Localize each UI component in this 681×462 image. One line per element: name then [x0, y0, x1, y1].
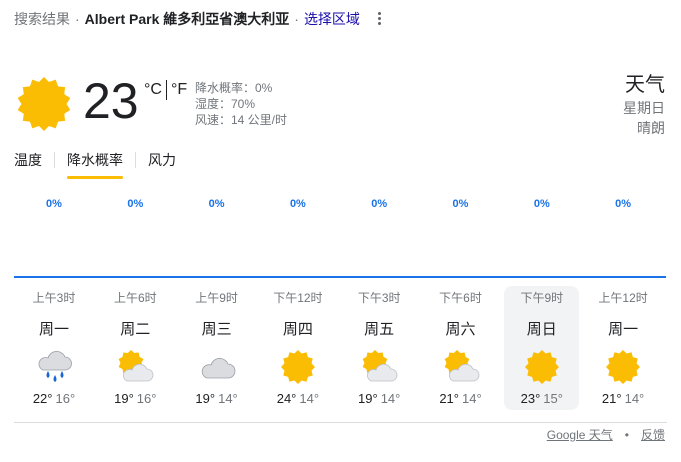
forecast-time: 上午9时: [195, 291, 238, 305]
choose-region-link[interactable]: 选择区域: [304, 9, 360, 29]
unit-toggle: °C °F: [144, 80, 187, 100]
precip-chance: 降水概率：0%: [195, 81, 273, 95]
fahrenheit-toggle[interactable]: °F: [171, 81, 187, 99]
feedback-link[interactable]: 反馈: [641, 426, 665, 443]
forecast-day-name: 周日: [526, 321, 557, 338]
forecast-day[interactable]: 上午3时周一 22° 16°: [17, 286, 92, 410]
forecast-time: 上午6时: [113, 291, 157, 305]
forecast-low: 15°: [543, 391, 563, 406]
tab-precipitation[interactable]: 降水概率: [67, 152, 123, 179]
forecast-temps: 24° 14°: [260, 390, 335, 408]
forecast-high: 23°: [520, 391, 541, 406]
forecast-low: 14°: [380, 391, 401, 406]
forecast-high: 21°: [439, 391, 459, 406]
more-options-icon[interactable]: [372, 9, 386, 27]
wind-speed: 风速：14 公里/时: [195, 113, 288, 127]
forecast-temps: 19° 14°: [342, 390, 417, 408]
location-name: Albert Park 維多利亞省澳大利亚: [84, 11, 290, 27]
partly-cloudy-icon: [360, 348, 398, 386]
forecast-high: 22°: [32, 391, 53, 406]
cloud-icon: [198, 348, 236, 386]
forecast-day-name: 周五: [364, 321, 395, 338]
precipitation-baseline: [14, 276, 666, 278]
forecast-low: 14°: [218, 391, 238, 406]
forecast-high: 21°: [601, 391, 622, 406]
forecast-low: 14°: [299, 391, 320, 406]
forecast-day[interactable]: 上午9时周三 19° 14°: [179, 286, 254, 410]
forecast-time: 下午9时: [520, 291, 564, 305]
sun-icon: [604, 348, 642, 386]
forecast-temps: 19° 14°: [179, 390, 254, 408]
forecast-low: 14°: [624, 391, 645, 406]
forecast-day[interactable]: 上午6时周二 19° 16°: [98, 286, 173, 410]
precipitation-value: 0%: [127, 198, 144, 210]
forecast-time: 下午3时: [357, 291, 401, 305]
sun-icon: [523, 348, 561, 386]
forecast-time: 下午6时: [439, 291, 482, 305]
forecast-time: 上午3时: [32, 291, 76, 305]
forecast-high: 19°: [195, 391, 216, 406]
weather-heading: 天气: [625, 74, 665, 96]
google-weather-link[interactable]: Google 天气: [547, 426, 613, 443]
precipitation-value: 0%: [208, 198, 225, 210]
forecast-day[interactable]: 上午12时周一 21° 14°: [586, 286, 661, 410]
partly-cloudy-icon: [442, 348, 480, 386]
partly-cloudy-icon: [116, 348, 154, 386]
forecast-day-name: 周六: [445, 321, 476, 338]
precipitation-value: 0%: [289, 198, 306, 210]
forecast-day[interactable]: 下午6时周六 21° 14°: [423, 286, 498, 410]
breadcrumb-separator: ·: [294, 11, 299, 27]
forecast-temps: 19° 16°: [98, 390, 173, 408]
forecast-temps: 22° 16°: [17, 390, 92, 408]
footer-dot: •: [624, 427, 629, 442]
forecast-time: 上午12时: [598, 291, 648, 305]
unit-divider: [165, 80, 167, 100]
forecast-day-name: 周一: [38, 321, 69, 338]
rain-cloud-icon: [35, 348, 73, 386]
forecast-day-name: 周二: [120, 321, 151, 338]
precipitation-value: 0%: [533, 198, 550, 210]
precipitation-value: 0%: [371, 198, 388, 210]
footer: Google 天气 • 反馈: [547, 426, 665, 443]
forecast-high: 19°: [114, 391, 134, 406]
weather-condition: 晴朗: [637, 120, 665, 136]
precipitation-value: 0%: [46, 198, 62, 210]
forecast-day[interactable]: 下午3时周五 19° 14°: [342, 286, 417, 410]
celsius-toggle[interactable]: °C: [144, 81, 162, 99]
forecast-temps: 21° 14°: [586, 390, 661, 408]
precipitation-value: 0%: [452, 198, 469, 210]
tab-divider: [54, 152, 55, 168]
forecast-day[interactable]: 下午12时周四 24° 14°: [260, 286, 335, 410]
precipitation-graph: 0% 0% 0% 0% 0% 0% 0% 0%: [14, 190, 666, 278]
forecast-day-name: 周一: [608, 321, 639, 338]
forecast-high: 24°: [276, 391, 297, 406]
forecast-low: 16°: [136, 391, 157, 406]
tab-wind[interactable]: 风力: [148, 152, 176, 178]
forecast-low: 16°: [55, 391, 76, 406]
forecast-low: 14°: [462, 391, 482, 406]
breadcrumb-search-results: 搜索结果: [14, 11, 70, 27]
precipitation-value: 0%: [615, 198, 632, 210]
forecast-time: 下午12时: [273, 291, 323, 305]
forecast-strip: 上午3时 周一 22° 16° 上午6时 周二 19° 16° 上午9时 周三 19° 14° 下午12…: [14, 286, 666, 412]
breadcrumb-separator: ·: [75, 11, 80, 27]
breadcrumb: 搜索结果 · Albert Park 維多利亞省澳大利亚 · 选择区域: [14, 10, 360, 28]
forecast-high: 19°: [358, 391, 378, 406]
weather-day: 星期日: [623, 100, 665, 116]
weather-title: 天气 星期日 晴朗: [623, 72, 665, 138]
sun-icon: [16, 76, 72, 132]
forecast-day-name: 周四: [282, 321, 313, 338]
footer-divider: [14, 422, 667, 423]
forecast-temps: 21° 14°: [423, 390, 498, 408]
metric-tabs: 温度 降水概率 风力: [14, 152, 176, 179]
forecast-day[interactable]: 下午9时周日 23° 15°: [504, 286, 580, 410]
weather-details: 降水概率：0% 湿度：70% 风速：14 公里/时: [195, 80, 287, 128]
sun-icon: [279, 348, 317, 386]
tab-temperature[interactable]: 温度: [14, 152, 42, 178]
current-temperature: 23: [83, 73, 139, 129]
humidity: 湿度：70%: [195, 97, 256, 111]
forecast-day-name: 周三: [201, 321, 232, 338]
forecast-temps: 23° 15°: [504, 390, 579, 408]
tab-divider: [135, 152, 136, 168]
